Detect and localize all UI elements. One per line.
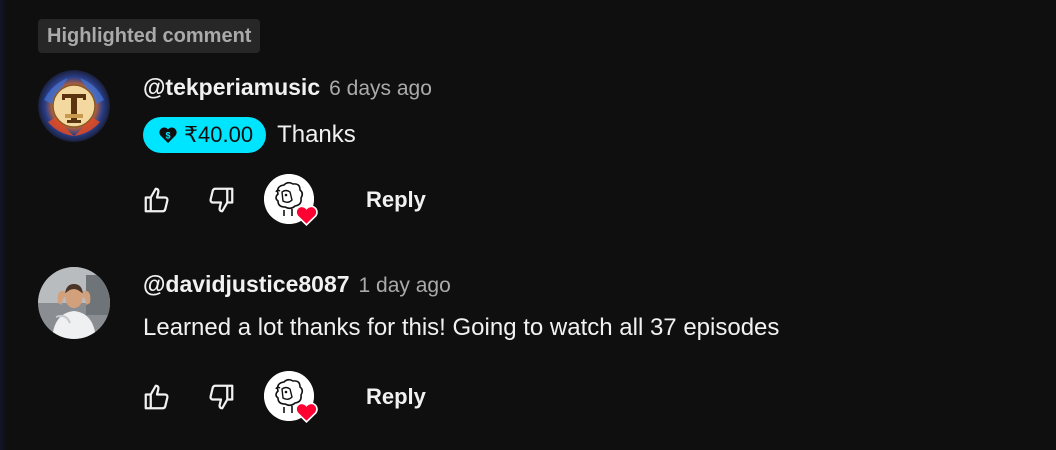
highlighted-comment-badge: Highlighted comment [38,19,261,53]
reply-button[interactable]: Reply [351,180,441,220]
creator-heart [264,371,320,425]
reply-button[interactable]: Reply [351,377,441,417]
comment-header: @tekperiamusic 6 days ago [143,74,432,104]
comment-text: Thanks [277,121,356,148]
like-button[interactable] [140,380,174,414]
avatar[interactable] [38,70,110,142]
thumbs-up-icon [144,384,169,410]
comment-author[interactable]: @tekperiamusic [143,74,320,101]
creator-heart [264,174,320,228]
comment-text: Learned a lot thanks for this! Going to … [143,314,780,341]
thumbs-down-icon [209,384,234,410]
comment-timestamp[interactable]: 1 day ago [359,274,451,298]
super-thanks-chip: $ ₹40.00 [143,117,267,153]
dislike-button[interactable] [204,183,238,217]
svg-text:$: $ [165,131,170,141]
like-button[interactable] [140,183,174,217]
comment-timestamp[interactable]: 6 days ago [329,77,432,101]
comment-body: $ ₹40.00 Thanks [143,117,356,153]
comment-actions: Reply [0,371,1056,425]
heart-icon [295,402,318,424]
comment-author[interactable]: @davidjustice8087 [143,271,350,298]
dislike-button[interactable] [204,380,238,414]
comment-actions: Reply [0,174,1056,228]
thumbs-up-icon [144,187,169,213]
super-thanks-amount: ₹40.00 [184,122,254,147]
heart-icon [295,205,318,227]
comment-body: Learned a lot thanks for this! Going to … [143,314,779,342]
avatar[interactable] [38,267,110,339]
comment-header: @davidjustice8087 1 day ago [143,271,451,301]
tekperia-logo-icon [38,70,110,142]
thumbs-down-icon [209,187,234,213]
user-photo-icon [38,267,110,339]
super-thanks-heart-icon: $ [159,127,177,143]
